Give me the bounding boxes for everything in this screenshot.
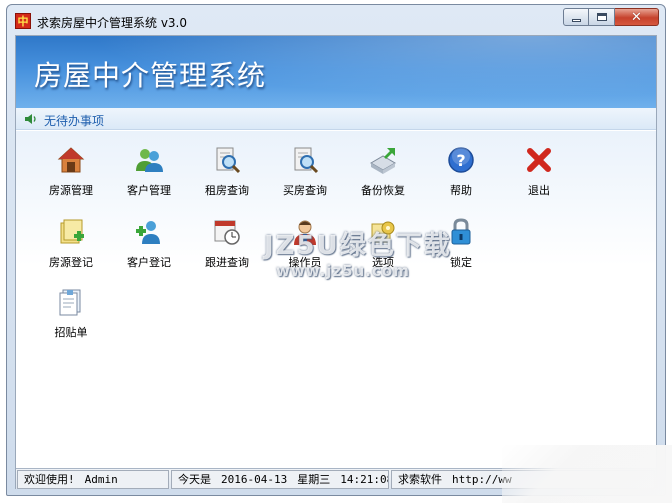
help-icon: ? <box>448 147 474 173</box>
purchase-query-button[interactable]: 买房查询 <box>270 145 340 205</box>
tile-label: 退出 <box>528 184 550 197</box>
current-weekday: 星期三 <box>297 473 331 486</box>
banner-title: 房屋中介管理系统 <box>34 59 267 92</box>
blurred-corner <box>502 445 672 503</box>
add-user-icon <box>136 221 160 244</box>
header-banner: 房屋中介管理系统 <box>16 36 656 108</box>
app-window: 中 求索房屋中介管理系统 v3.0 ✕ 房屋中介管理系统 无待办事项 房源管理 … <box>6 4 666 496</box>
tile-label: 买房查询 <box>283 184 327 197</box>
tile-label: 客户管理 <box>127 184 171 197</box>
window-controls: ✕ <box>563 8 659 26</box>
close-icon: ✕ <box>631 9 642 25</box>
toolbar-area: 房源管理 客户管理 租房查询 买房查询 备份恢复 ? 帮助 退出 房源登记 客户… <box>16 131 656 468</box>
house-icon <box>57 147 85 173</box>
speaker-icon <box>25 114 36 124</box>
todo-bar: 无待办事项 <box>16 108 656 130</box>
title-bar[interactable]: 中 求索房屋中介管理系统 v3.0 ✕ <box>7 5 665 35</box>
company-name: 求索软件 <box>398 473 442 486</box>
maximize-icon <box>596 13 607 21</box>
status-welcome: 欢迎使用! Admin <box>17 470 169 489</box>
users-icon <box>136 149 163 172</box>
tile-label: 租房查询 <box>205 184 249 197</box>
operator-button[interactable]: 操作员 <box>270 217 340 277</box>
operator-icon <box>294 220 316 245</box>
options-button[interactable]: 选项 <box>348 217 418 277</box>
welcome-text: 欢迎使用! <box>24 473 75 486</box>
tile-label: 操作员 <box>288 256 322 269</box>
register-house-icon <box>60 219 84 244</box>
help-button[interactable]: ? 帮助 <box>426 145 496 205</box>
close-button[interactable]: ✕ <box>615 8 659 26</box>
svg-text:?: ? <box>456 151 465 170</box>
minimize-button[interactable] <box>563 8 589 26</box>
maximize-button[interactable] <box>589 8 615 26</box>
search-doc-icon <box>294 147 319 174</box>
current-time: 14:21:08 <box>340 473 389 486</box>
calendar-clock-icon <box>214 220 240 245</box>
follow-up-query-button[interactable]: 跟进查询 <box>192 217 262 277</box>
backup-icon <box>370 148 396 174</box>
app-logo-icon: 中 <box>15 13 31 29</box>
house-management-button[interactable]: 房源管理 <box>36 145 106 205</box>
tile-label: 选项 <box>372 256 394 269</box>
todo-status-text[interactable]: 无待办事项 <box>44 112 104 129</box>
current-user: Admin <box>84 473 118 486</box>
window-title: 求索房屋中介管理系统 v3.0 <box>37 16 188 30</box>
customer-management-button[interactable]: 客户管理 <box>114 145 184 205</box>
today-label: 今天是 <box>178 473 211 486</box>
poster-icon <box>59 289 81 316</box>
main-panel: 房屋中介管理系统 无待办事项 房源管理 客户管理 租房查询 买房查询 备份恢复 … <box>15 35 657 489</box>
current-date: 2016-04-13 <box>221 473 288 486</box>
exit-icon <box>527 148 551 172</box>
lock-button[interactable]: 锁定 <box>426 217 496 277</box>
rental-query-button[interactable]: 租房查询 <box>192 145 262 205</box>
backup-restore-button[interactable]: 备份恢复 <box>348 145 418 205</box>
tile-label: 帮助 <box>450 184 472 197</box>
customer-register-button[interactable]: 客户登记 <box>114 217 184 277</box>
options-icon <box>371 221 395 243</box>
tile-label: 招贴单 <box>54 326 88 339</box>
exit-button[interactable]: 退出 <box>504 145 574 205</box>
tile-label: 房源登记 <box>49 256 93 269</box>
tile-label: 跟进查询 <box>205 256 249 269</box>
poster-button[interactable]: 招贴单 <box>36 287 106 347</box>
tile-label: 备份恢复 <box>361 184 405 197</box>
house-register-button[interactable]: 房源登记 <box>36 217 106 277</box>
tile-label: 房源管理 <box>49 184 93 197</box>
minimize-icon <box>571 18 581 22</box>
lock-icon <box>451 218 471 245</box>
status-datetime: 今天是 2016-04-13 星期三 14:21:08 <box>171 470 389 489</box>
tile-label: 客户登记 <box>127 256 171 269</box>
tile-label: 锁定 <box>450 256 472 269</box>
search-doc-icon <box>216 147 241 174</box>
